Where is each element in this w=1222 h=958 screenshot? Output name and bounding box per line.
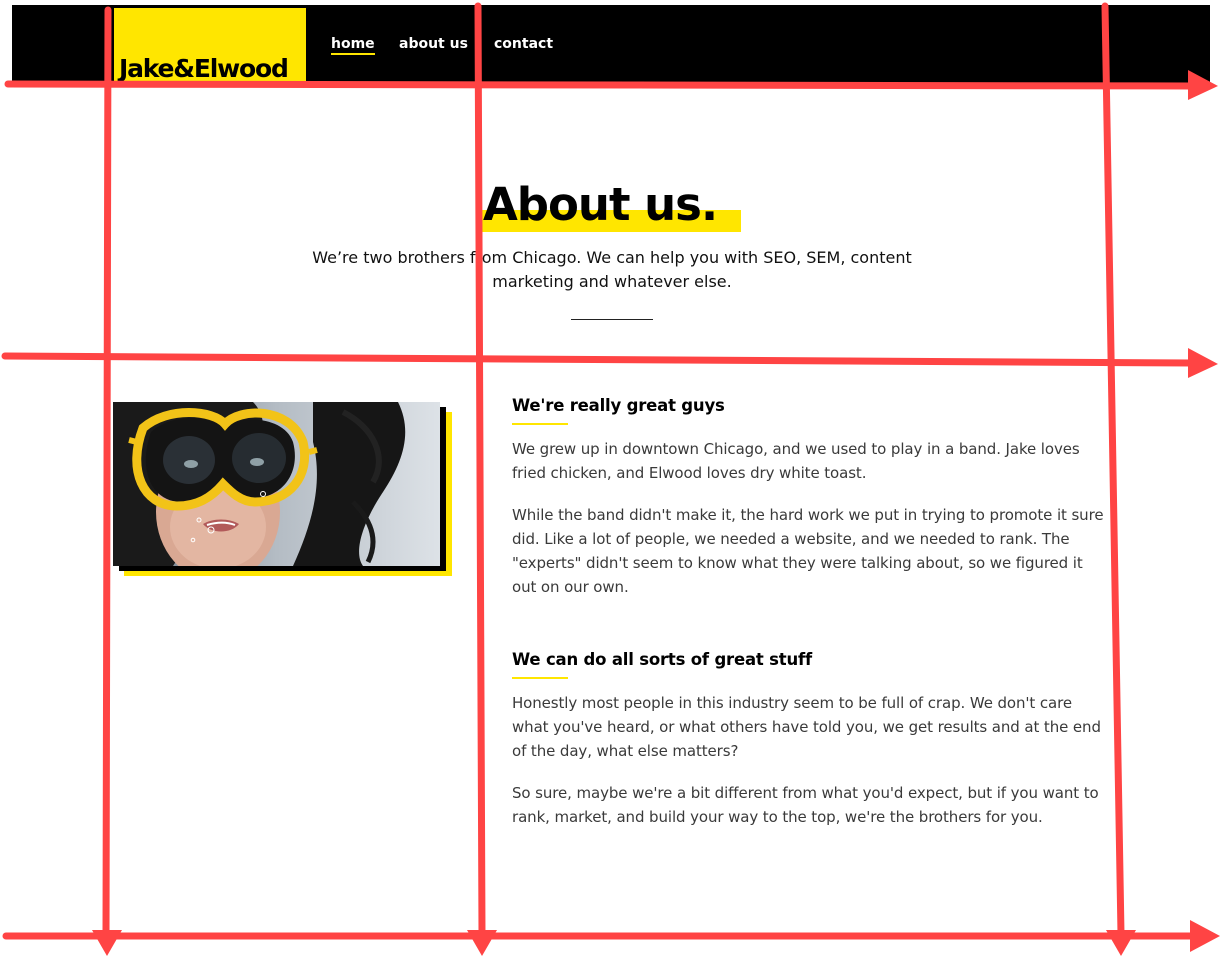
hero-subtitle: We’re two brothers from Chicago. We can …: [312, 248, 912, 291]
hero: About us.: [0, 178, 1222, 232]
nav-contact-link[interactable]: contact: [494, 36, 553, 52]
section-heading: We can do all sorts of great stuff: [512, 650, 812, 669]
heading-underline: [512, 677, 568, 679]
nav-home-link[interactable]: home: [331, 36, 375, 55]
heading-underline: [512, 423, 568, 425]
site-header: Jake&Elwood home about us contact: [12, 5, 1210, 83]
section-paragraph: Honestly most people in this industry se…: [512, 694, 1101, 760]
page-title-text: About us.: [482, 178, 718, 231]
diver-illustration: [113, 402, 440, 566]
section-paragraph: So sure, maybe we're a bit different fro…: [512, 784, 1099, 826]
section-great-stuff: We can do all sorts of great stuff Hones…: [512, 650, 1108, 847]
section-heading: We're really great guys: [512, 396, 725, 415]
brand-name: Jake&Elwood: [119, 54, 289, 83]
section-great-guys: We're really great guys We grew up in do…: [512, 396, 1108, 617]
nav-about-link[interactable]: about us: [399, 36, 468, 52]
brand-logo[interactable]: Jake&Elwood: [114, 8, 306, 83]
page-title: About us.: [480, 178, 742, 232]
section-paragraph: While the band didn't make it, the hard …: [512, 506, 1104, 596]
hero-divider: [571, 319, 653, 320]
diver-photo: [113, 402, 440, 566]
section-paragraph: We grew up in downtown Chicago, and we u…: [512, 440, 1080, 482]
